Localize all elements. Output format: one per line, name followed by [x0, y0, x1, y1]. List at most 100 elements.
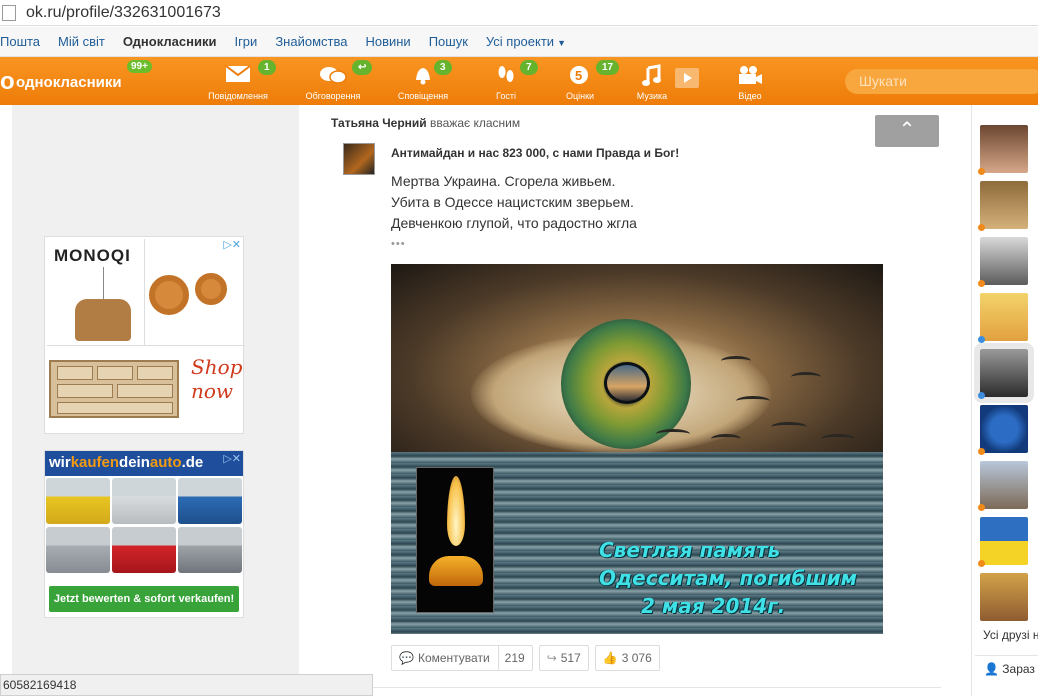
search-input[interactable]: Шукати	[845, 69, 1038, 94]
online-status-dot	[978, 224, 985, 231]
monoqi-logo: MONOQI	[54, 246, 131, 265]
play-icon	[675, 68, 699, 88]
portal-links-bar: Пошта Мій світ Однокласники Ігри Знайомс…	[0, 27, 1038, 57]
bird-silhouette	[821, 434, 855, 444]
comment-count: 219	[504, 651, 525, 665]
wirkaufendeinauto-ad[interactable]: wirkaufendeinauto.de ▷✕ Jetzt bewerten &…	[44, 450, 244, 618]
portal-link-odnoklassniki[interactable]: Однокласники	[123, 34, 217, 49]
comment-label: Коментувати	[417, 651, 490, 665]
browser-address-bar[interactable]: ok.ru/profile/332631001673	[0, 0, 1038, 26]
friend-avatar[interactable]	[978, 181, 1028, 231]
address-url[interactable]: ok.ru/profile/332631001673	[26, 4, 221, 22]
music-play-button[interactable]	[674, 57, 700, 105]
feed-divider	[341, 687, 941, 688]
nav-guests[interactable]: 7 Гості	[486, 57, 538, 105]
bird-silhouette	[736, 396, 770, 406]
messages-badge: 1	[258, 60, 276, 75]
ad-divider	[144, 239, 145, 345]
wood-speaker-image	[195, 273, 227, 305]
share-button[interactable]: ↪ 517	[538, 645, 589, 671]
friend-avatar[interactable]	[978, 237, 1028, 287]
friend-avatar[interactable]	[978, 125, 1028, 175]
car-photo	[46, 478, 110, 524]
like-button[interactable]: 👍 3 076	[594, 645, 660, 671]
nav-music[interactable]: Музика	[632, 57, 672, 105]
dresser-image	[49, 360, 179, 418]
car-photo	[112, 478, 176, 524]
portal-link-mail[interactable]: Пошта	[0, 34, 40, 49]
nav-messages[interactable]: 1 Повідомлення	[203, 57, 276, 105]
shop-now-link[interactable]: Shop now	[191, 355, 243, 403]
car-photo	[178, 527, 242, 573]
online-now-link[interactable]: 👤 Зараз	[984, 662, 1035, 676]
group-avatar[interactable]	[343, 143, 375, 175]
monoqi-ad[interactable]: ▷✕ MONOQI Shop now	[44, 236, 244, 434]
friends-divider	[975, 655, 1038, 656]
post-text-line: Убита в Одессе нацистским зверьем.	[391, 194, 634, 210]
nav-ratings[interactable]: 5 17 Оцінки	[560, 57, 620, 105]
portal-link-news[interactable]: Новини	[365, 34, 410, 49]
friend-avatar[interactable]	[974, 343, 1034, 403]
online-status-dot	[978, 448, 985, 455]
portal-link-my-world[interactable]: Мій світ	[58, 34, 105, 49]
notifications-badge: 3	[434, 60, 452, 75]
candle-image	[416, 467, 494, 613]
friend-avatar[interactable]	[978, 405, 1028, 455]
friend-avatar[interactable]	[978, 517, 1028, 567]
portal-link-games[interactable]: Ігри	[234, 34, 257, 49]
scroll-to-top-button[interactable]: ⌃	[875, 115, 939, 147]
portal-link-all-projects[interactable]: Усі проекти ▼	[486, 34, 566, 49]
ad-choices-close-icon[interactable]: ▷✕	[223, 452, 241, 465]
wood-speaker-image	[149, 275, 189, 315]
all-friends-link[interactable]: Усі друзі н	[983, 628, 1038, 642]
rating-five-icon: 5	[566, 64, 594, 88]
post-actions: 💬 Коментувати 219 ↪ 517 👍 3 076	[391, 645, 660, 671]
car-photo	[112, 527, 176, 573]
site-logo[interactable]: ok однокласники 99+	[0, 60, 152, 95]
chat-bubbles-icon	[319, 64, 347, 88]
person-icon: 👤	[984, 662, 999, 676]
nav-video[interactable]: Відео	[730, 57, 770, 105]
footprints-icon	[492, 64, 520, 88]
chevron-down-icon: ▼	[557, 38, 566, 48]
wkda-logo-a: wir	[49, 454, 71, 471]
group-title-link[interactable]: Антимайдан и нас 823 000, с нами Правда …	[391, 146, 679, 160]
left-margin	[0, 105, 12, 696]
ad-divider	[47, 345, 243, 346]
nav-ratings-label: Оцінки	[565, 91, 595, 101]
actor-name-link[interactable]: Татьяна Черний	[331, 116, 427, 130]
comment-button[interactable]: 💬 Коментувати 219	[391, 645, 533, 671]
bird-silhouette	[771, 422, 807, 432]
image-caption-line: 2 мая 2014г.	[641, 594, 786, 618]
actor-action: вважає класним	[430, 116, 521, 130]
candle-flame	[447, 476, 465, 546]
candle-body	[429, 556, 483, 586]
nav-discussions[interactable]: ↩ Обговорення	[300, 57, 373, 105]
sell-car-button[interactable]: Jetzt bewerten & sofort verkaufen!	[49, 586, 239, 612]
portal-link-search[interactable]: Пошук	[429, 34, 468, 49]
post-text-line: Девченкою глупой, что радостно жгла	[391, 215, 637, 231]
post-image[interactable]: Светлая память Одесситам, погибшим 2 мая…	[391, 264, 883, 634]
drawer	[57, 366, 93, 380]
image-caption-line: Светлая память	[599, 538, 781, 562]
svg-text:5: 5	[575, 68, 582, 83]
drawer	[57, 384, 113, 398]
online-status-dot	[978, 280, 985, 287]
online-now-label: Зараз	[1002, 662, 1035, 676]
discussions-badge: ↩	[352, 60, 373, 75]
nav-notifications[interactable]: 3 Сповіщення	[392, 57, 454, 105]
ad-choices-close-icon[interactable]: ▷✕	[223, 238, 241, 251]
drawer	[117, 384, 173, 398]
drawer	[97, 366, 133, 380]
post-text-line: Мертва Украина. Сгорела живьем.	[391, 173, 616, 189]
show-more-button[interactable]: •••	[391, 238, 406, 250]
lamp-cord	[103, 267, 104, 301]
main-toolbar: ok однокласники 99+ 1 Повідомлення ↩ Обг…	[0, 57, 1038, 105]
friend-avatar[interactable]	[980, 573, 1028, 621]
friend-avatar[interactable]	[978, 293, 1028, 343]
nav-music-label: Музика	[636, 91, 668, 101]
wkda-logo-b: kaufen	[70, 454, 120, 471]
friend-avatar[interactable]	[978, 461, 1028, 511]
music-note-icon	[638, 64, 666, 88]
portal-link-dating[interactable]: Знайомства	[275, 34, 347, 49]
